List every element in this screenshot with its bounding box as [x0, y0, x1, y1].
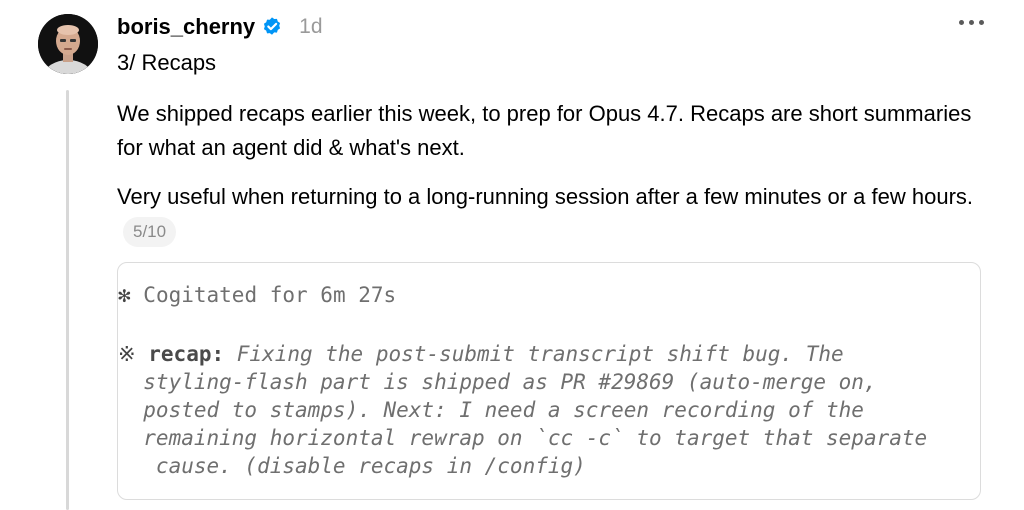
recap-label: recap: [148, 342, 225, 366]
verified-badge-icon [264, 17, 281, 35]
cogitated-line: ✻ Cogitated for 6m 27s [118, 283, 396, 307]
more-dot [979, 20, 984, 25]
cogitated-text: Cogitated for 6m 27s [130, 283, 397, 307]
post-paragraph-2: Very useful when returning to a long-run… [117, 180, 997, 248]
code-block: ✻ Cogitated for 6m 27s ※ recap: Fixing t… [117, 262, 981, 500]
avatar[interactable] [38, 14, 98, 74]
recap-line-4: remaining horizontal rewrap on `cc -c` t… [118, 426, 928, 450]
recap-line-2: styling-flash part is shipped as PR #298… [118, 370, 877, 394]
timestamp[interactable]: 1d [299, 15, 322, 39]
recap-line-3: posted to stamps). Next: I need a screen… [118, 398, 864, 422]
recap-block: ※ recap: Fixing the post-submit transcri… [118, 340, 927, 480]
recap-line-1: Fixing the post-submit transcript shift … [224, 342, 844, 366]
reference-mark-icon: ※ [118, 342, 136, 366]
thread-counter-badge: 5/10 [123, 217, 177, 247]
username[interactable]: boris_cherny [117, 14, 255, 40]
post-header: boris_cherny 1d [117, 12, 323, 42]
asterisk-icon: ✻ [118, 283, 131, 307]
more-options-icon[interactable] [959, 20, 984, 25]
more-dot [959, 20, 964, 25]
thread-line [66, 90, 69, 510]
avatar-photo [38, 14, 98, 74]
post-paragraph-2-text: Very useful when returning to a long-run… [117, 184, 974, 209]
post-subtitle: 3/ Recaps [117, 50, 217, 75]
more-dot [969, 20, 974, 25]
post-paragraph-1: We shipped recaps earlier this week, to … [117, 101, 972, 160]
recap-line-5: cause. (disable recaps in /config) [118, 454, 586, 478]
